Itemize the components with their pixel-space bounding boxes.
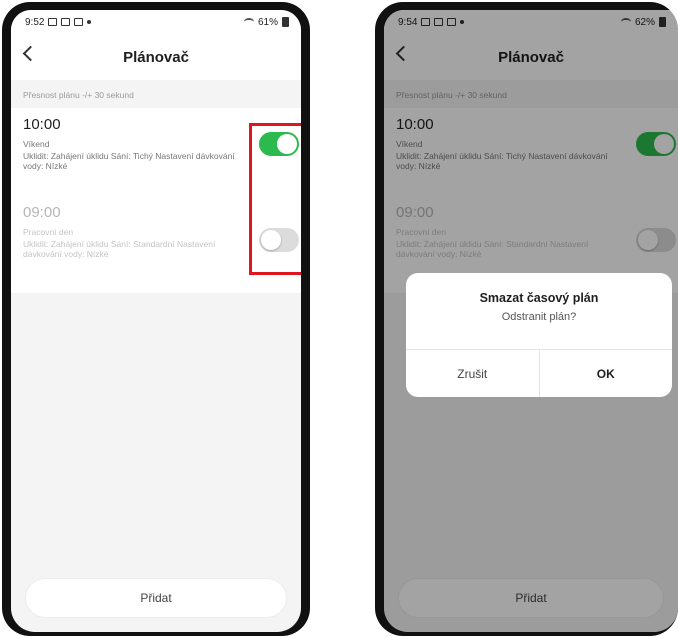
screen-left: 9:52 61% Plánovač Přesnost plánu -/+ 30 … <box>11 10 301 632</box>
dot-icon <box>87 20 92 24</box>
add-button[interactable]: Přidat <box>25 578 287 618</box>
cancel-button[interactable]: Zrušit <box>406 350 540 397</box>
page-title: Plánovač <box>123 48 189 66</box>
dialog-message: Odstranit plán? <box>501 311 577 323</box>
wifi-icon <box>243 18 254 26</box>
schedule-time: 10:00 <box>23 116 61 133</box>
schedule-days: Víkend <box>23 139 50 149</box>
phone-frame-right: 9:54 62% Plánovač Přesnost plánu -/+ 30 … <box>375 2 678 636</box>
screen-right: 9:54 62% Plánovač Přesnost plánu -/+ 30 … <box>384 10 678 632</box>
dialog-buttons: Zrušit OK <box>406 349 672 397</box>
phone-frame-left: 9:52 61% Plánovač Přesnost plánu -/+ 30 … <box>2 2 310 636</box>
battery-level: 61% <box>257 16 278 28</box>
camera-icon <box>74 18 84 26</box>
notification-icon <box>48 18 58 26</box>
battery-icon <box>282 17 289 27</box>
back-chevron-icon[interactable] <box>22 45 39 62</box>
status-bar: 9:52 61% <box>11 10 301 34</box>
status-time: 9:52 <box>25 16 45 28</box>
accuracy-note: Přesnost plánu -/+ 30 sekund <box>23 90 134 100</box>
gallery-icon <box>61 18 71 26</box>
schedule-time: 09:00 <box>23 204 61 221</box>
schedule-description: Uklidit: Zahájení úklidu Sání: Standardn… <box>23 239 216 259</box>
schedule-days: Pracovní den <box>23 227 74 237</box>
highlight-box <box>249 123 301 275</box>
schedule-description: Uklidit: Zahájení úklidu Sání: Tichý Nas… <box>23 151 235 171</box>
delete-schedule-dialog: Smazat časový plán Odstranit plán? Zruši… <box>406 273 672 397</box>
ok-button[interactable]: OK <box>540 350 673 397</box>
dialog-title: Smazat časový plán <box>479 291 599 305</box>
app-header: Plánovač <box>11 34 301 80</box>
